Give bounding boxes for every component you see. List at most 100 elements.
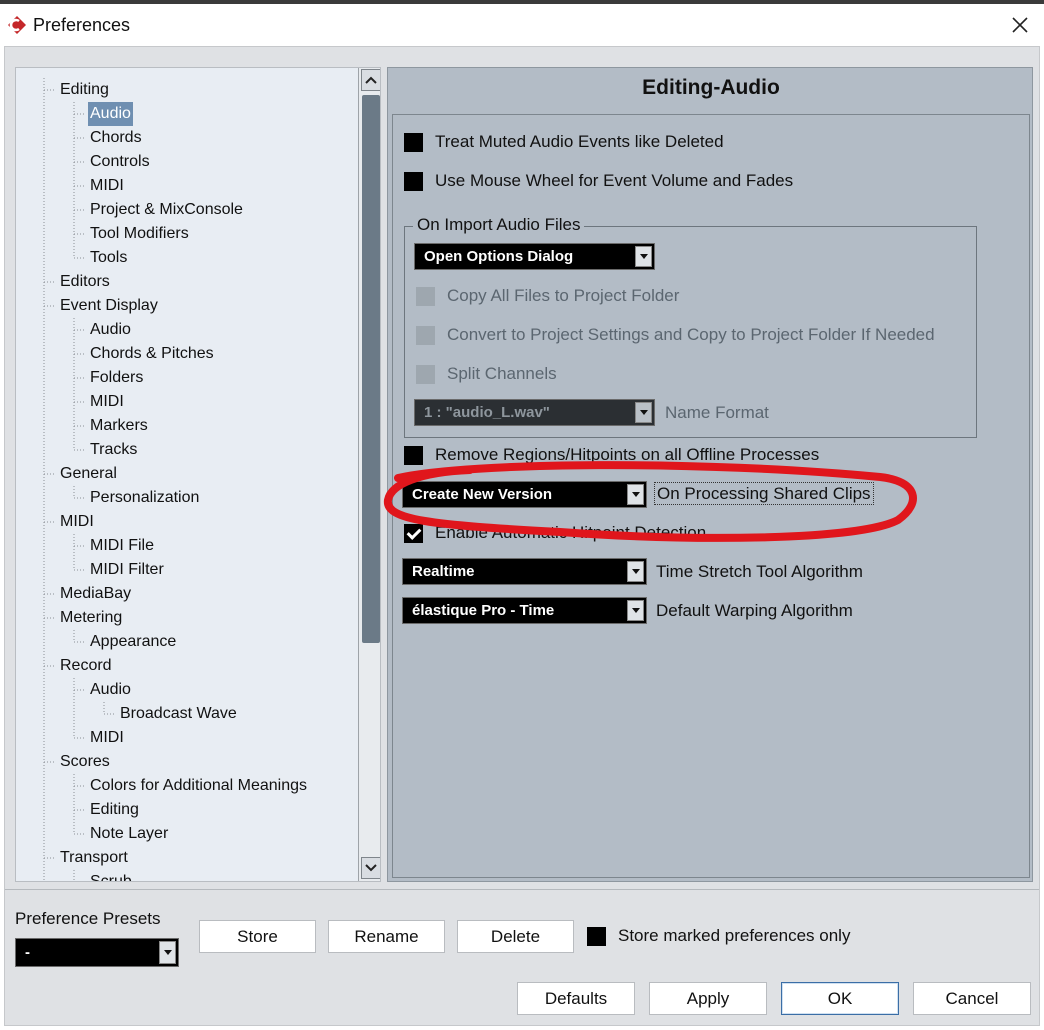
chevron-down-icon: [159, 941, 176, 964]
copy-files-label: Copy All Files to Project Folder: [447, 286, 680, 305]
tree-item[interactable]: Scrub: [88, 870, 134, 881]
name-format-label: Name Format: [665, 403, 769, 422]
import-options-dropdown[interactable]: Open Options Dialog: [414, 243, 655, 270]
treat-muted-option[interactable]: Treat Muted Audio Events like Deleted: [404, 132, 724, 152]
chevron-down-icon: [635, 402, 652, 423]
hitpoint-detection-option[interactable]: Enable Automatic Hitpoint Detection: [404, 523, 706, 543]
copy-files-checkbox[interactable]: [416, 286, 435, 306]
delete-button[interactable]: Delete: [457, 920, 574, 953]
tree-item[interactable]: MIDI: [88, 726, 126, 750]
title-bar: Preferences: [0, 4, 1044, 46]
hitpoint-detection-checkbox[interactable]: [404, 523, 423, 543]
name-format-dropdown[interactable]: 1 : "audio_L.wav": [414, 399, 655, 426]
tree-item[interactable]: Chords: [88, 126, 144, 150]
tree-item[interactable]: Colors for Additional Meanings: [88, 774, 309, 798]
tree-scrollbar[interactable]: [358, 68, 380, 881]
warp-algorithm-label: Default Warping Algorithm: [656, 601, 853, 620]
scroll-down-button[interactable]: [361, 857, 380, 879]
tree-item[interactable]: Controls: [88, 150, 152, 174]
mouse-wheel-checkbox[interactable]: [404, 171, 423, 191]
shared-clips-dropdown[interactable]: Create New Version: [402, 481, 647, 508]
time-stretch-dropdown[interactable]: Realtime: [402, 558, 647, 585]
shared-clips-label: On Processing Shared Clips: [654, 482, 874, 505]
tree-item[interactable]: MIDI: [88, 390, 126, 414]
remove-regions-checkbox[interactable]: [404, 445, 423, 465]
treat-muted-checkbox[interactable]: [404, 132, 423, 152]
tree-item[interactable]: Scores: [58, 750, 112, 774]
tree-item[interactable]: Editors: [58, 270, 112, 294]
warp-algorithm-value: élastique Pro - Time: [412, 602, 555, 619]
preferences-tree: Editing Audio Chords Controls MIDI Project & …: [15, 67, 381, 882]
store-marked-checkbox[interactable]: [587, 926, 606, 946]
copy-files-option[interactable]: Copy All Files to Project Folder: [416, 286, 679, 306]
scroll-thumb[interactable]: [362, 95, 380, 643]
dialog-footer: Preference Presets - Store Rename Delete…: [5, 889, 1039, 1025]
tree-item[interactable]: Chords & Pitches: [88, 342, 216, 366]
chevron-down-icon: [627, 484, 644, 505]
tree-item[interactable]: Markers: [88, 414, 150, 438]
tree-item[interactable]: MIDI: [88, 174, 126, 198]
tree-item[interactable]: Metering: [58, 606, 124, 630]
chevron-down-icon: [365, 864, 377, 872]
store-marked-option[interactable]: Store marked preferences only: [587, 926, 850, 946]
tree-item[interactable]: Broadcast Wave: [118, 702, 239, 726]
mouse-wheel-label: Use Mouse Wheel for Event Volume and Fad…: [435, 171, 794, 190]
convert-settings-checkbox[interactable]: [416, 325, 435, 345]
tree-item[interactable]: Editing: [58, 78, 111, 102]
tree-item[interactable]: Tool Modifiers: [88, 222, 191, 246]
tree-item[interactable]: Folders: [88, 366, 145, 390]
ok-button[interactable]: OK: [781, 982, 899, 1015]
shared-clips-label-text: On Processing Shared Clips: [654, 482, 874, 505]
remove-regions-option[interactable]: Remove Regions/Hitpoints on all Offline …: [404, 445, 819, 465]
mouse-wheel-option[interactable]: Use Mouse Wheel for Event Volume and Fad…: [404, 171, 793, 191]
split-channels-option[interactable]: Split Channels: [416, 364, 557, 384]
apply-button[interactable]: Apply: [649, 982, 767, 1015]
remove-regions-label: Remove Regions/Hitpoints on all Offline …: [435, 445, 820, 464]
editing-audio-panel: Editing-Audio Treat Muted Audio Events l…: [387, 67, 1033, 882]
tree-item[interactable]: Audio: [88, 102, 133, 126]
preferences-dialog: Editing Audio Chords Controls MIDI Project & …: [4, 46, 1040, 1026]
tree-item[interactable]: Audio: [88, 678, 133, 702]
tree-item[interactable]: Personalization: [88, 486, 201, 510]
tree-item[interactable]: Transport: [58, 846, 130, 870]
chevron-down-icon: [627, 600, 644, 621]
scroll-up-button[interactable]: [361, 69, 380, 91]
close-button[interactable]: [998, 6, 1042, 44]
warp-algorithm-dropdown[interactable]: élastique Pro - Time: [402, 597, 647, 624]
tree-item[interactable]: MIDI Filter: [88, 558, 166, 582]
convert-settings-label: Convert to Project Settings and Copy to …: [447, 325, 935, 344]
hitpoint-detection-label: Enable Automatic Hitpoint Detection: [435, 523, 707, 542]
tree-item[interactable]: Project & MixConsole: [88, 198, 245, 222]
tree-item[interactable]: Tracks: [88, 438, 139, 462]
tree-item[interactable]: MIDI File: [88, 534, 156, 558]
rename-button[interactable]: Rename: [328, 920, 445, 953]
presets-label: Preference Presets: [15, 909, 161, 928]
store-button[interactable]: Store: [199, 920, 316, 953]
tree-item[interactable]: General: [58, 462, 119, 486]
tree-item[interactable]: Record: [58, 654, 114, 678]
name-format-value: 1 : "audio_L.wav": [424, 404, 550, 421]
defaults-button[interactable]: Defaults: [517, 982, 635, 1015]
import-group-title: On Import Audio Files: [413, 215, 585, 235]
time-stretch-value: Realtime: [412, 563, 475, 580]
convert-settings-option[interactable]: Convert to Project Settings and Copy to …: [416, 325, 935, 345]
time-stretch-label: Time Stretch Tool Algorithm: [656, 562, 863, 581]
tree-item[interactable]: Tools: [88, 246, 129, 270]
close-icon: [1012, 17, 1028, 33]
tree-item[interactable]: Note Layer: [88, 822, 170, 846]
chevron-down-icon: [635, 246, 652, 267]
tree-item[interactable]: Appearance: [88, 630, 178, 654]
tree-item[interactable]: Editing: [88, 798, 141, 822]
store-marked-label: Store marked preferences only: [618, 926, 851, 945]
split-channels-label: Split Channels: [447, 364, 557, 383]
tree-item[interactable]: Event Display: [58, 294, 160, 318]
tree-item[interactable]: Audio: [88, 318, 133, 342]
presets-dropdown[interactable]: -: [15, 938, 179, 967]
treat-muted-label: Treat Muted Audio Events like Deleted: [435, 132, 724, 151]
import-options-value: Open Options Dialog: [424, 248, 574, 265]
cancel-button[interactable]: Cancel: [913, 982, 1031, 1015]
split-channels-checkbox[interactable]: [416, 364, 435, 384]
tree-item[interactable]: MediaBay: [58, 582, 133, 606]
page-title: Editing-Audio: [642, 76, 780, 99]
tree-item[interactable]: MIDI: [58, 510, 96, 534]
